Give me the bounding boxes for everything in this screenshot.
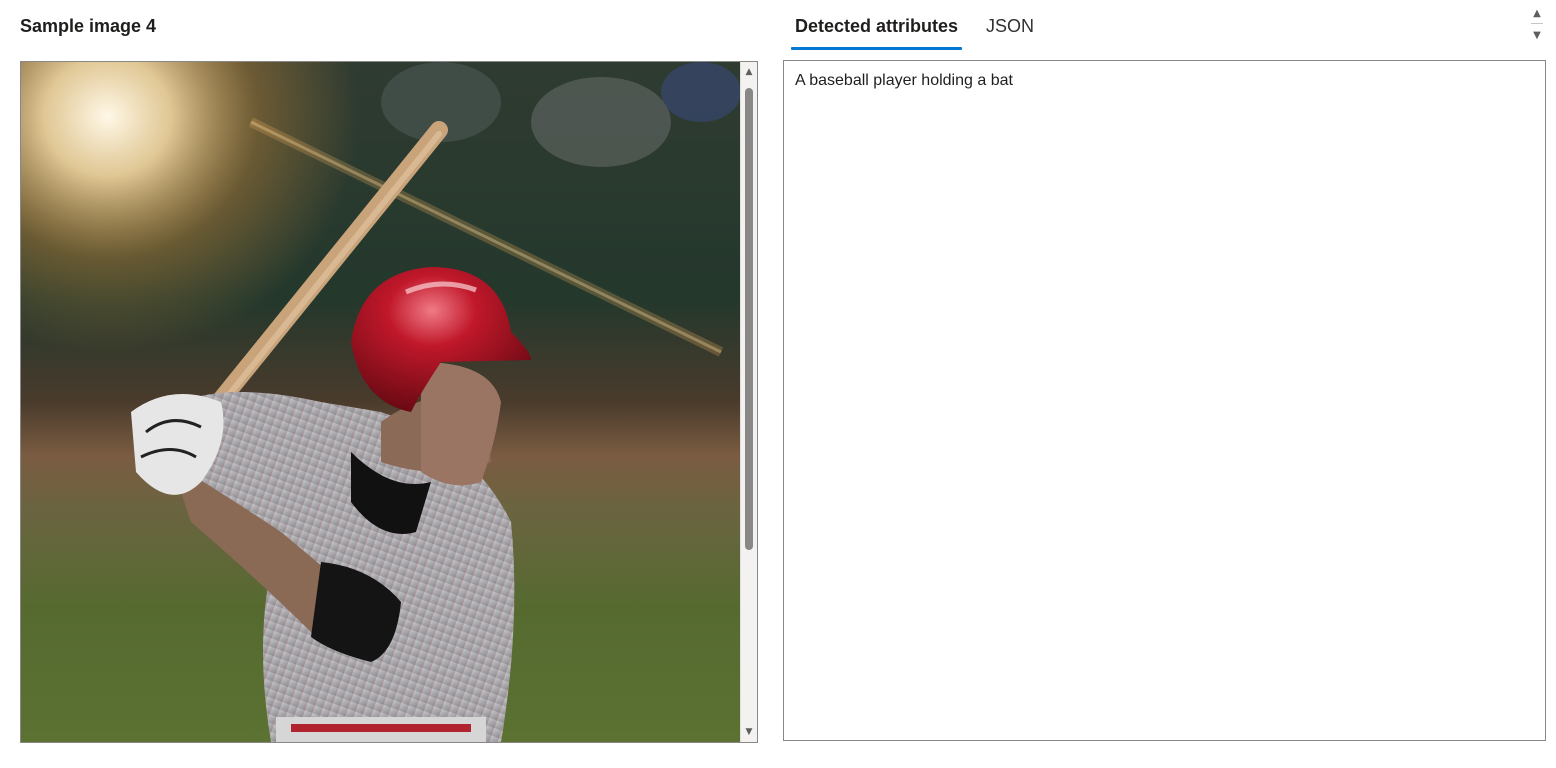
result-tabs: Detected attributes JSON bbox=[791, 8, 1058, 50]
spin-up-icon[interactable]: ▲ bbox=[1530, 6, 1544, 20]
detected-attributes-panel: A baseball player holding a bat bbox=[783, 60, 1546, 741]
scrollbar-thumb[interactable] bbox=[745, 88, 753, 550]
sample-image-title: Sample image 4 bbox=[20, 16, 157, 36]
tab-json[interactable]: JSON bbox=[982, 8, 1038, 48]
tab-detected-attributes[interactable]: Detected attributes bbox=[791, 8, 963, 50]
image-viewer[interactable]: ▲ ▼ bbox=[20, 61, 758, 743]
scroll-up-icon[interactable]: ▲ bbox=[741, 64, 757, 80]
panel-scroll-control[interactable]: ▲ ▼ bbox=[1530, 4, 1544, 44]
scroll-down-icon[interactable]: ▼ bbox=[741, 724, 757, 740]
spin-down-icon[interactable]: ▼ bbox=[1530, 28, 1544, 42]
image-scrollbar[interactable]: ▲ ▼ bbox=[740, 62, 757, 742]
spin-divider bbox=[1531, 23, 1543, 24]
caption-text: A baseball player holding a bat bbox=[795, 72, 1013, 89]
page: Sample image 4 ▲ ▼ Detected attributes J… bbox=[0, 0, 1556, 768]
sample-photo bbox=[21, 62, 741, 742]
